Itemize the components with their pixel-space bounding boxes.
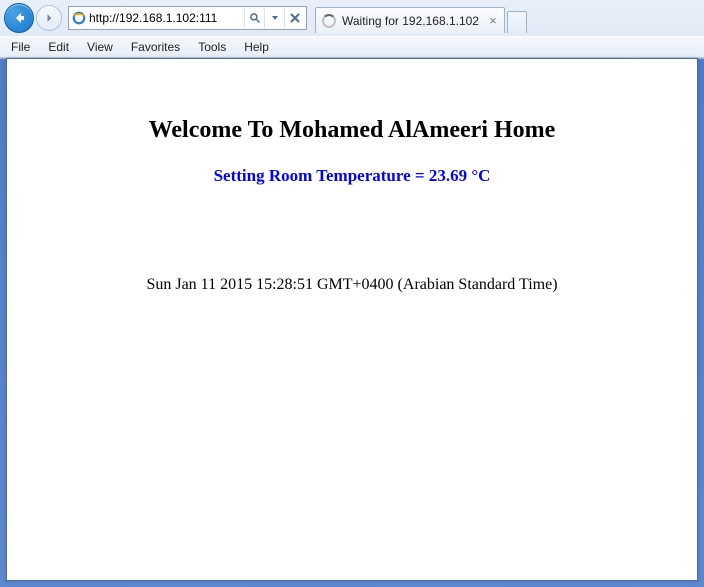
tab-title: Waiting for 192.168.1.102: [342, 14, 480, 28]
title-bar: Waiting for 192.168.1.102 ×: [0, 0, 704, 36]
menu-file[interactable]: File: [2, 38, 39, 56]
page-viewport[interactable]: Welcome To Mohamed AlAmeeri Home Setting…: [6, 58, 698, 581]
search-icon: [249, 12, 261, 24]
browser-window: Waiting for 192.168.1.102 × File Edit Vi…: [0, 0, 704, 587]
tab-active[interactable]: Waiting for 192.168.1.102 ×: [315, 7, 505, 33]
close-icon: [290, 13, 300, 23]
search-button[interactable]: [244, 8, 264, 28]
menu-help[interactable]: Help: [235, 38, 278, 56]
refresh-dropdown-button[interactable]: [264, 8, 284, 28]
tab-strip: Waiting for 192.168.1.102 ×: [315, 3, 527, 33]
forward-button[interactable]: [36, 5, 62, 31]
temperature-label: Setting Room Temperature =: [214, 166, 429, 185]
page-heading: Welcome To Mohamed AlAmeeri Home: [27, 117, 677, 144]
temperature-unit: °C: [467, 166, 490, 185]
menu-tools[interactable]: Tools: [189, 38, 235, 56]
forward-arrow-icon: [43, 12, 55, 24]
temperature-value: 23.69: [429, 166, 467, 185]
chevron-down-icon: [271, 14, 279, 22]
stop-button[interactable]: [284, 8, 304, 28]
page-content: Welcome To Mohamed AlAmeeri Home Setting…: [7, 59, 697, 314]
address-bar: [68, 6, 307, 30]
loading-spinner-icon: [322, 14, 336, 28]
new-tab-button[interactable]: [507, 11, 527, 33]
tab-close-button[interactable]: ×: [486, 14, 500, 28]
ie-logo-icon: [71, 10, 87, 26]
menu-favorites[interactable]: Favorites: [122, 38, 189, 56]
browser-chrome: Waiting for 192.168.1.102 × File Edit Vi…: [0, 0, 704, 59]
back-arrow-icon: [11, 10, 27, 26]
temperature-line: Setting Room Temperature = 23.69 °C: [27, 166, 677, 186]
url-input[interactable]: [89, 8, 244, 28]
menu-view[interactable]: View: [78, 38, 122, 56]
timestamp-text: Sun Jan 11 2015 15:28:51 GMT+0400 (Arabi…: [27, 276, 677, 294]
menu-edit[interactable]: Edit: [39, 38, 78, 56]
back-button[interactable]: [4, 3, 34, 33]
menu-bar: File Edit View Favorites Tools Help: [0, 36, 704, 58]
